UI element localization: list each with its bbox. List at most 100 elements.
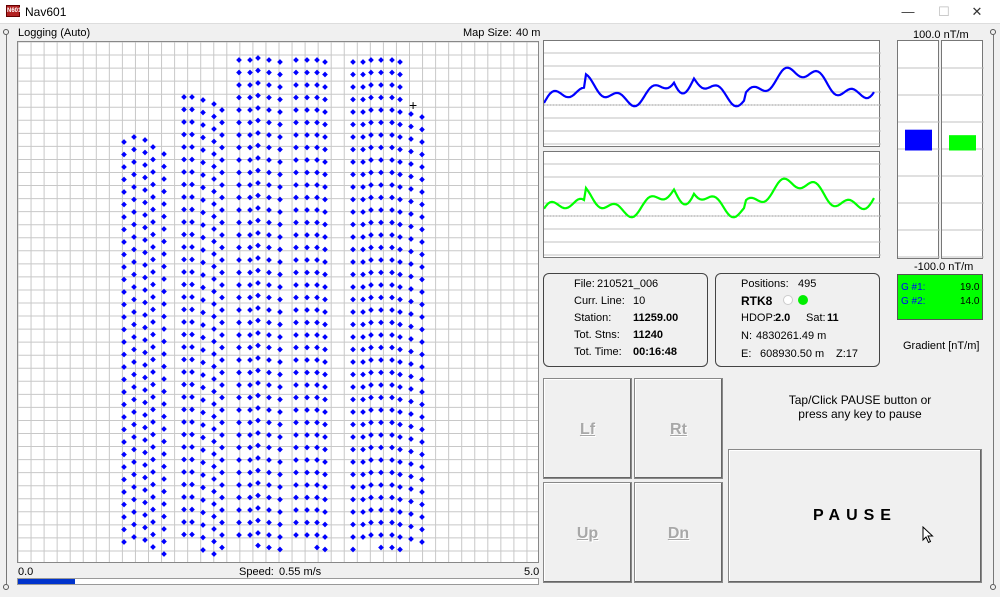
- survey-point: [322, 484, 328, 490]
- survey-point: [142, 162, 148, 168]
- survey-point: [360, 234, 366, 240]
- survey-point: [266, 282, 272, 288]
- stns-label: Tot. Stns:: [574, 329, 620, 341]
- survey-point: [293, 257, 299, 263]
- survey-point: [255, 280, 261, 286]
- survey-point: [314, 394, 320, 401]
- left-button[interactable]: Lf: [543, 378, 632, 479]
- survey-point: [368, 194, 374, 201]
- survey-point: [236, 457, 242, 463]
- survey-point: [389, 369, 395, 376]
- survey-point: [131, 221, 137, 228]
- pause-hint: Tap/Click PAUSE button or press any key …: [760, 393, 960, 421]
- survey-point: [247, 57, 253, 63]
- g1-value: 19.0: [960, 282, 980, 293]
- down-button[interactable]: Dn: [634, 482, 723, 583]
- survey-point: [314, 469, 320, 476]
- survey-point: [277, 396, 283, 403]
- survey-point: [266, 257, 272, 263]
- pause-button[interactable]: PAUSE: [728, 449, 982, 583]
- survey-point: [350, 534, 356, 540]
- survey-point: [219, 319, 225, 326]
- survey-point: [314, 482, 320, 488]
- survey-point: [389, 157, 395, 163]
- survey-point: [350, 234, 356, 240]
- survey-point: [293, 107, 299, 113]
- survey-point: [181, 281, 187, 288]
- survey-point: [150, 331, 156, 338]
- survey-point: [211, 201, 217, 207]
- survey-point: [389, 357, 395, 363]
- survey-point: [322, 371, 328, 378]
- survey-point: [350, 284, 356, 290]
- survey-point: [293, 194, 299, 201]
- survey-point: [322, 409, 328, 415]
- survey-point: [255, 355, 261, 361]
- speed-label: Speed:: [239, 566, 274, 578]
- east-label: E:: [741, 348, 752, 360]
- speed-bar-fill: [18, 579, 76, 584]
- survey-point: [150, 306, 156, 313]
- survey-point: [189, 269, 195, 275]
- survey-point: [236, 319, 242, 326]
- survey-point: [181, 319, 187, 325]
- survey-point: [360, 84, 366, 90]
- survey-point: [419, 439, 425, 445]
- gradient-bar-fill: [949, 135, 976, 151]
- survey-point: [236, 394, 242, 401]
- survey-point: [219, 494, 225, 501]
- survey-point: [142, 499, 148, 506]
- survey-point: [181, 94, 187, 100]
- gradient-trace-line: [544, 66, 875, 108]
- survey-point: [389, 307, 395, 313]
- pause-button-label: PAUSE: [813, 507, 897, 524]
- survey-point: [247, 482, 253, 488]
- survey-point: [189, 531, 195, 538]
- survey-point: [150, 369, 156, 375]
- up-button[interactable]: Up: [543, 482, 632, 583]
- survey-point: [211, 176, 217, 182]
- survey-point: [360, 146, 366, 153]
- survey-point: [314, 157, 320, 163]
- survey-point: [219, 244, 225, 251]
- survey-point: [314, 369, 320, 376]
- splitter-handle[interactable]: [3, 584, 9, 590]
- survey-point: [350, 546, 356, 553]
- survey-point: [397, 521, 403, 528]
- survey-point: [314, 107, 320, 113]
- survey-point: [368, 94, 374, 101]
- survey-point: [150, 294, 156, 300]
- survey-point: [266, 407, 272, 413]
- right-button[interactable]: Rt: [634, 378, 723, 479]
- survey-point: [219, 232, 225, 238]
- file-value: 210521_006: [597, 278, 659, 290]
- survey-point: [314, 407, 320, 413]
- survey-point: [181, 369, 187, 375]
- survey-point: [397, 446, 403, 453]
- survey-point: [236, 407, 242, 413]
- survey-point: [266, 382, 272, 388]
- survey-point: [181, 294, 187, 300]
- survey-point: [266, 194, 272, 201]
- survey-point: [322, 321, 328, 328]
- survey-point: [219, 157, 225, 163]
- survey-point: [389, 494, 395, 501]
- survey-point: [266, 94, 272, 101]
- survey-point: [397, 384, 403, 390]
- survey-point: [255, 292, 261, 299]
- g2-value: 14.0: [960, 296, 980, 307]
- survey-point: [350, 309, 356, 315]
- survey-point: [314, 194, 320, 201]
- survey-point: [150, 481, 156, 488]
- survey-point: [255, 155, 261, 161]
- survey-map[interactable]: +: [17, 41, 539, 563]
- survey-point: [368, 482, 374, 488]
- splitter-handle[interactable]: [990, 584, 996, 590]
- survey-point: [368, 344, 374, 351]
- survey-point: [277, 59, 283, 65]
- survey-point: [181, 331, 187, 338]
- survey-point: [255, 480, 261, 486]
- survey-point: [293, 57, 299, 63]
- survey-point: [322, 521, 328, 528]
- close-button[interactable]: ✕: [954, 0, 1000, 24]
